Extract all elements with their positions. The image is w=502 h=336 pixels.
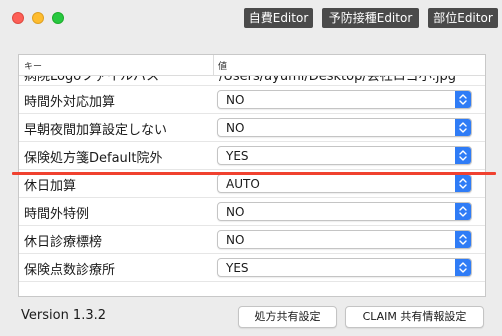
prescription-share-settings-button[interactable]: 処方共有設定 bbox=[238, 306, 337, 328]
column-header: キー 値 bbox=[19, 55, 485, 76]
highlight-underline bbox=[12, 172, 496, 175]
title-bar: 自費Editor 予防接種Editor 部位Editor bbox=[0, 0, 502, 36]
select-value: NO bbox=[226, 93, 245, 107]
setting-key: 休日加算 bbox=[24, 179, 77, 194]
chevron-updown-icon bbox=[455, 259, 471, 276]
claim-share-settings-button[interactable]: CLAIM 共有情報設定 bbox=[345, 306, 484, 328]
setting-value-select[interactable]: NO bbox=[217, 230, 472, 249]
chevron-updown-icon bbox=[455, 147, 471, 164]
chevron-updown-icon bbox=[455, 119, 471, 136]
setting-value-select[interactable]: AUTO bbox=[217, 174, 472, 193]
setting-value-select[interactable]: YES bbox=[217, 258, 472, 277]
chevron-updown-icon bbox=[455, 91, 471, 108]
setting-value-select[interactable]: NO bbox=[217, 202, 472, 221]
close-window-button[interactable] bbox=[12, 12, 24, 24]
column-divider[interactable] bbox=[213, 55, 214, 75]
select-value: NO bbox=[226, 205, 245, 219]
setting-value-select[interactable]: NO bbox=[217, 90, 472, 109]
setting-value-select[interactable]: YES bbox=[217, 146, 472, 165]
setting-key: 早朝夜間加算設定しない bbox=[24, 123, 168, 138]
select-value: NO bbox=[226, 121, 245, 135]
setting-key: 時間外対応加算 bbox=[24, 95, 116, 110]
setting-value-select[interactable]: NO bbox=[217, 118, 472, 137]
chevron-updown-icon bbox=[455, 175, 471, 192]
version-label: Version 1.3.2 bbox=[21, 308, 107, 323]
setting-key: 時間外特例 bbox=[24, 207, 90, 222]
settings-table: 病院Logoファイルパス /Users/ayumi/Desktop/会社ロゴ小.… bbox=[18, 54, 486, 297]
chevron-updown-icon bbox=[455, 231, 471, 248]
setting-key: 休日診療標榜 bbox=[24, 235, 103, 250]
table-row: 保険処方箋Default院外 YES bbox=[19, 142, 485, 170]
bui-editor-button[interactable]: 部位Editor bbox=[428, 8, 498, 28]
table-row: 休日診療標榜 NO bbox=[19, 226, 485, 254]
setting-key: 保険点数診療所 bbox=[24, 263, 116, 278]
yobou-sesshu-editor-button[interactable]: 予防接種Editor bbox=[322, 8, 419, 28]
table-row: 早朝夜間加算設定しない NO bbox=[19, 114, 485, 142]
jihi-editor-button[interactable]: 自費Editor bbox=[244, 8, 313, 28]
zoom-window-button[interactable] bbox=[52, 12, 64, 24]
select-value: YES bbox=[226, 149, 249, 163]
table-row: 保険点数診療所 YES bbox=[19, 254, 485, 282]
select-value: AUTO bbox=[226, 177, 260, 191]
chevron-updown-icon bbox=[455, 203, 471, 220]
minimize-window-button[interactable] bbox=[32, 12, 44, 24]
table-row: 時間外対応加算 NO bbox=[19, 86, 485, 114]
column-header-value[interactable]: 値 bbox=[218, 59, 227, 72]
column-header-key[interactable]: キー bbox=[24, 59, 42, 72]
select-value: YES bbox=[226, 261, 249, 275]
setting-key: 保険処方箋Default院外 bbox=[24, 151, 163, 166]
settings-rows: 病院Logoファイルパス /Users/ayumi/Desktop/会社ロゴ小.… bbox=[19, 69, 485, 282]
select-value: NO bbox=[226, 233, 245, 247]
table-row: 時間外特例 NO bbox=[19, 198, 485, 226]
